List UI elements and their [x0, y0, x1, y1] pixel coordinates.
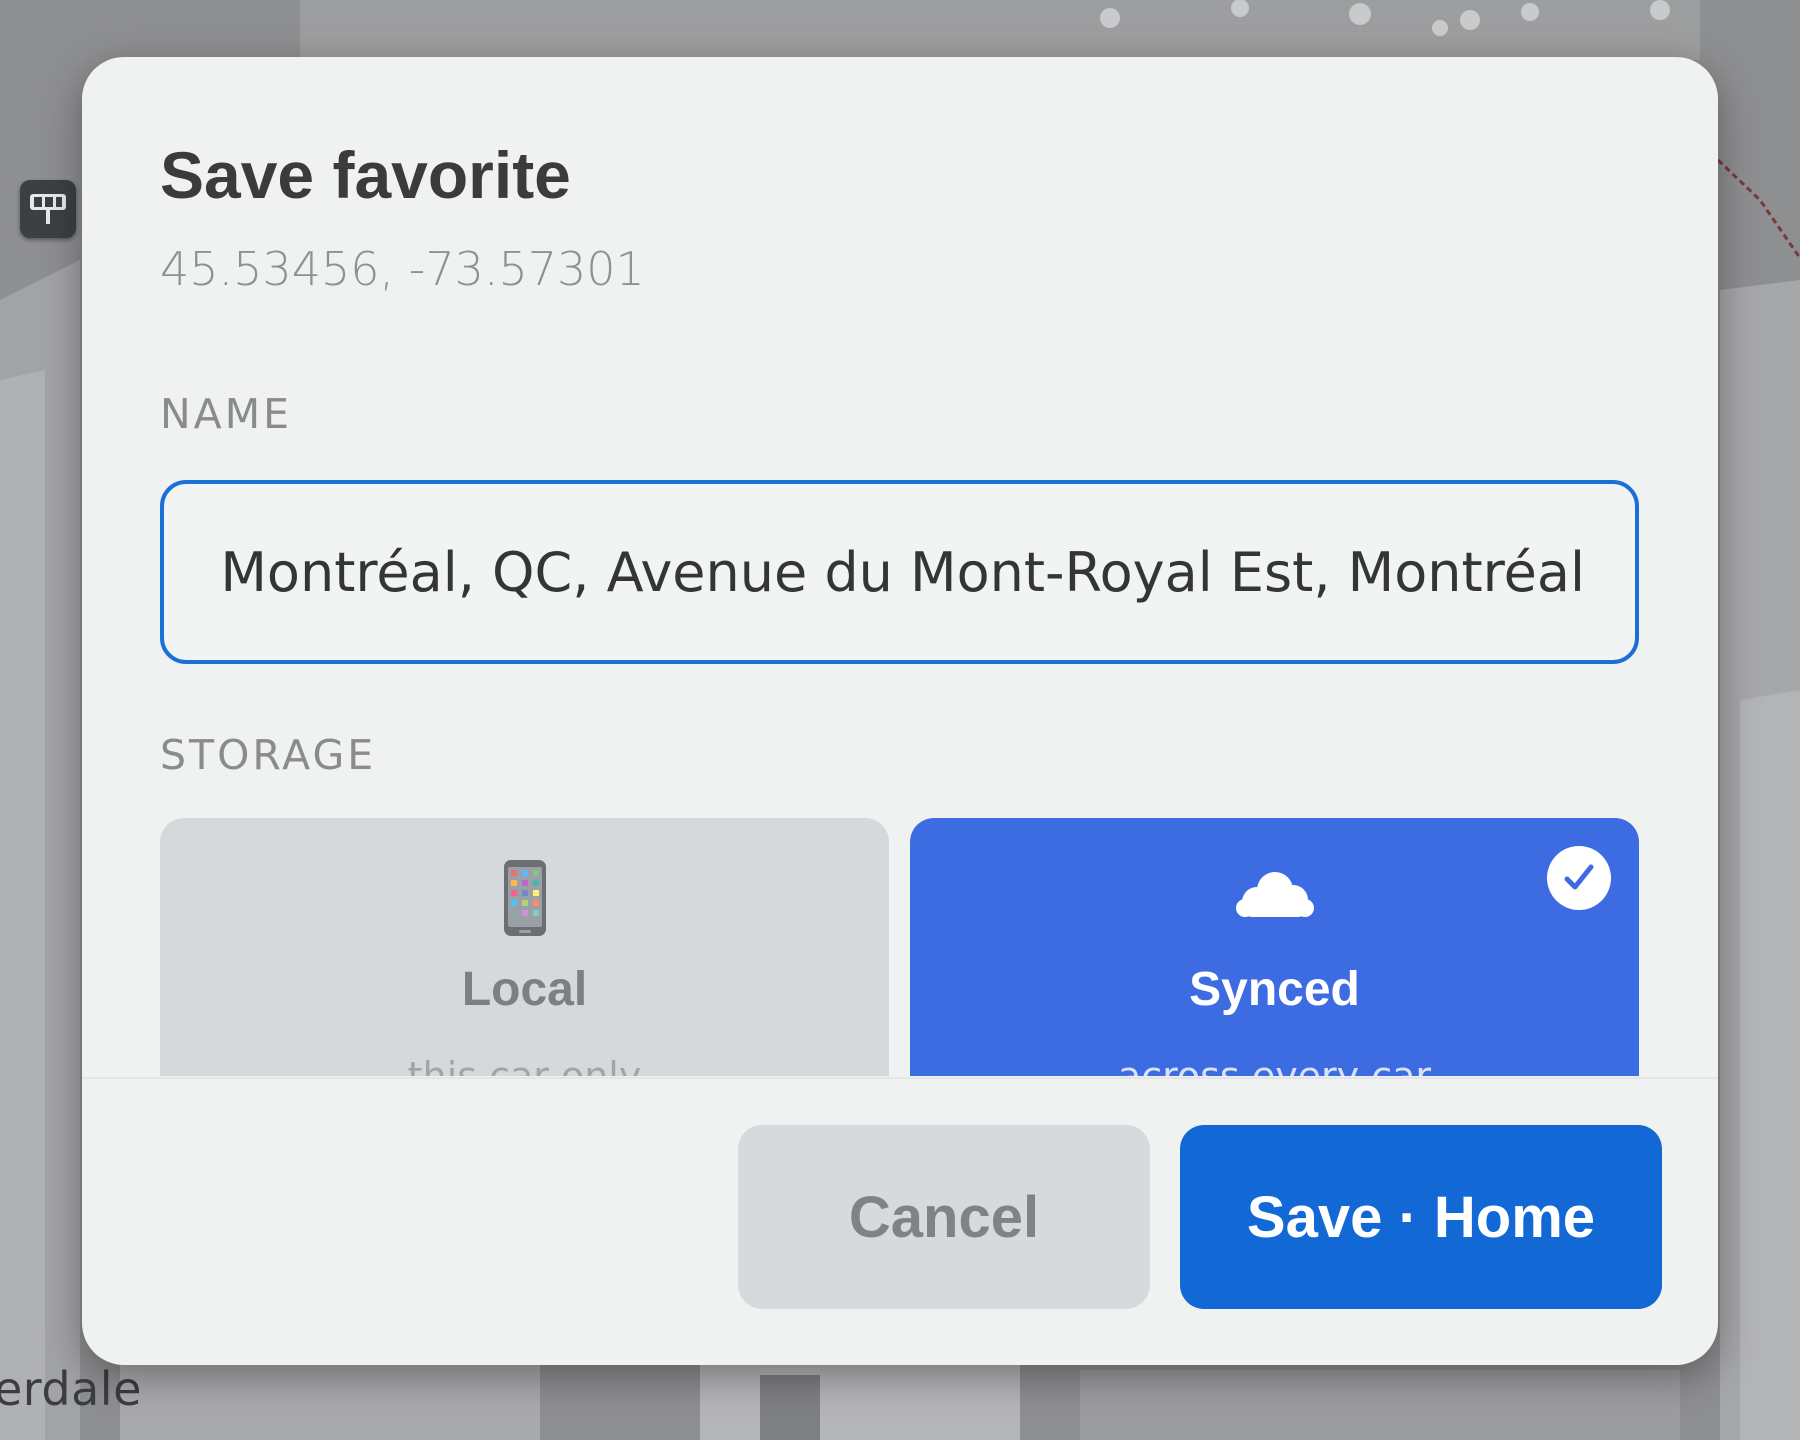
save-favorite-dialog: Save favorite 45.53456, -73.57301 NAME S…	[82, 57, 1718, 1365]
dialog-title: Save favorite	[160, 138, 571, 212]
name-input-wrapper[interactable]	[160, 480, 1639, 664]
name-section-label: NAME	[160, 390, 292, 438]
map-poi-marker-icon[interactable]	[20, 180, 76, 238]
storage-option-local[interactable]: Local this car only	[160, 818, 889, 1076]
save-button[interactable]: Save · Home	[1180, 1125, 1662, 1309]
storage-options: Local this car only Synced across every …	[160, 818, 1639, 1076]
selected-check-icon	[1547, 846, 1611, 910]
storage-option-title: Local	[461, 963, 588, 1016]
phone-icon	[160, 858, 889, 938]
name-input[interactable]	[205, 484, 1585, 660]
storage-option-subtitle: across every car	[1117, 1054, 1432, 1076]
storage-option-title: Synced	[1189, 963, 1360, 1016]
cancel-button[interactable]: Cancel	[738, 1125, 1150, 1309]
footer-divider	[82, 1077, 1718, 1079]
storage-option-subtitle: this car only	[407, 1054, 642, 1076]
cloud-icon	[910, 858, 1639, 938]
coordinates-text: 45.53456, -73.57301	[160, 242, 645, 296]
storage-section-label: STORAGE	[160, 731, 377, 779]
storage-option-synced[interactable]: Synced across every car	[910, 818, 1639, 1076]
map-place-label: erdale	[0, 1362, 142, 1416]
